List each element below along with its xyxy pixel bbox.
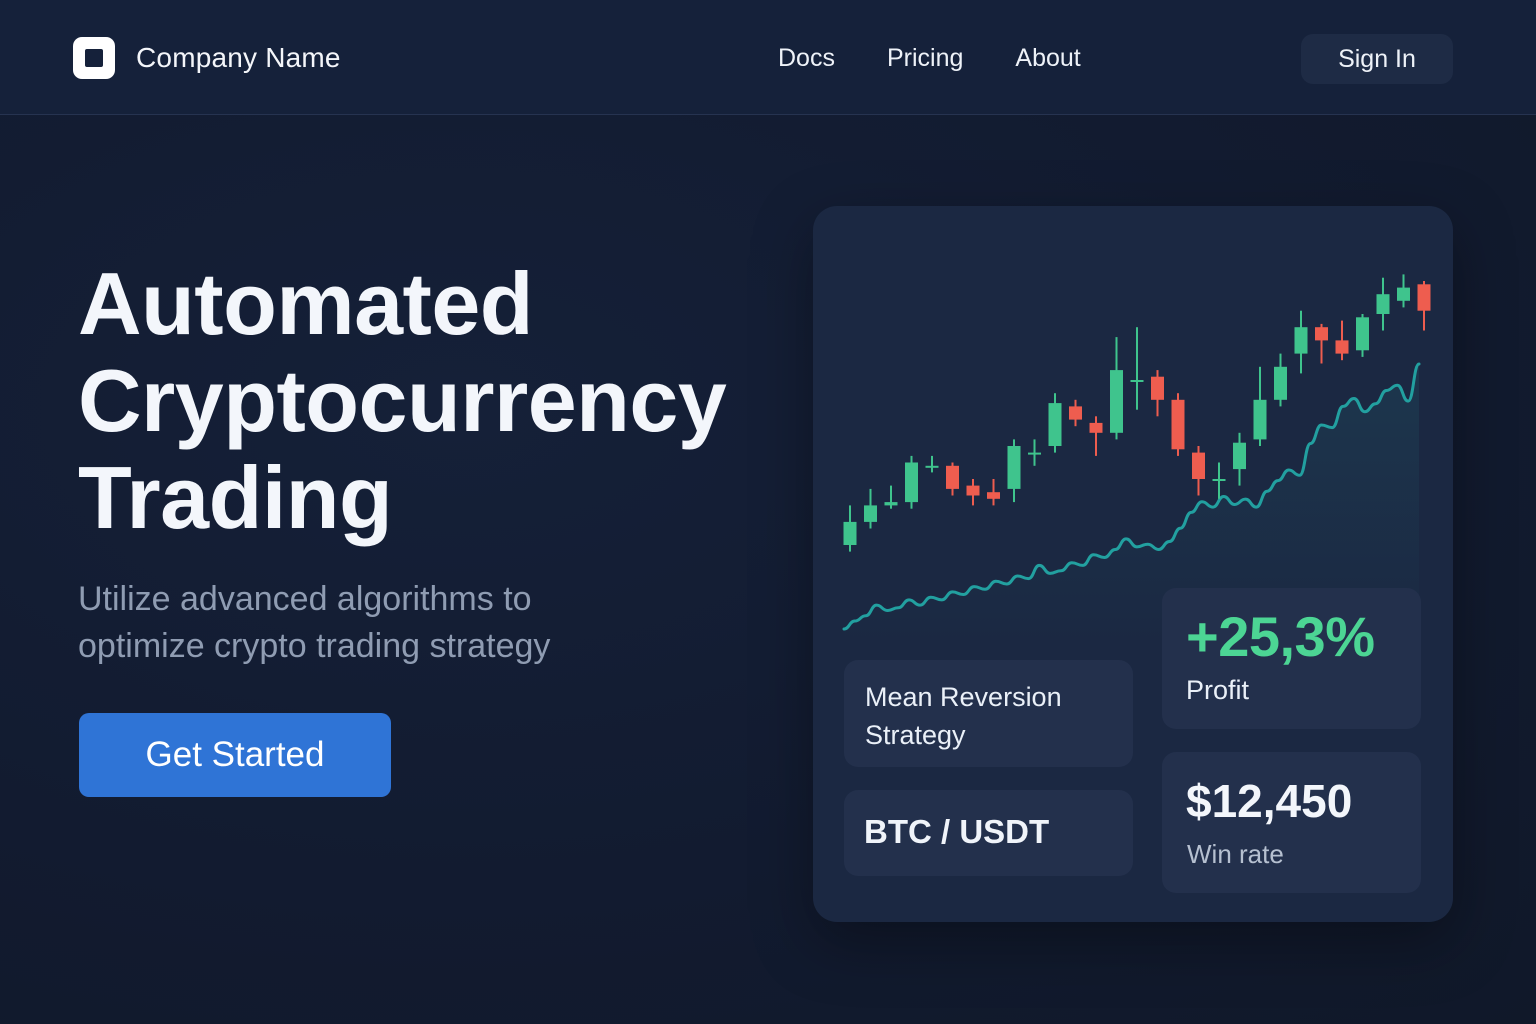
- candle-body-up: [864, 505, 877, 522]
- profit-label: Profit: [1186, 675, 1250, 705]
- candlestick: [966, 479, 980, 506]
- candlestick: [1376, 277, 1390, 331]
- candlestick: [864, 488, 877, 529]
- strategy-tile[interactable]: Mean Reversion Strategy: [844, 660, 1133, 767]
- hero-title: Automated Cryptocurrency Trading: [78, 255, 758, 546]
- nav-link-docs[interactable]: Docs: [778, 43, 835, 73]
- candle-body-up: [1397, 287, 1410, 301]
- candlestick: [1069, 399, 1082, 427]
- hero-subtitle-line: optimize crypto trading strategy: [78, 627, 551, 665]
- candle-body-down: [1089, 422, 1103, 433]
- candlestick: [1253, 366, 1267, 446]
- candle-body-down: [1417, 284, 1431, 311]
- top-navbar: Company Name Docs Pricing About Sign In: [0, 0, 1536, 115]
- candlestick: [1294, 310, 1308, 374]
- candlestick: [843, 505, 857, 552]
- candle-body-down: [1315, 327, 1328, 341]
- profit-value: +25,3%: [1186, 605, 1375, 668]
- candlestick: [987, 479, 1000, 506]
- candle-body-down: [987, 492, 1000, 499]
- brand-name: Company Name: [136, 42, 341, 73]
- candle-body-up: [1212, 479, 1226, 481]
- candle-body-down: [1171, 399, 1185, 450]
- candle-body-down: [946, 465, 959, 489]
- sign-in-button[interactable]: Sign In: [1301, 34, 1453, 84]
- nav-link-about[interactable]: About: [1015, 43, 1080, 73]
- trading-pair-tile[interactable]: BTC / USDT: [844, 790, 1133, 876]
- profit-tile: +25,3% Profit: [1162, 588, 1421, 729]
- candle-body-up: [1294, 327, 1308, 354]
- candle-body-up: [1274, 366, 1287, 400]
- candlestick: [1151, 370, 1164, 417]
- win-rate-value: $12,450: [1186, 775, 1353, 827]
- candle-body-down: [966, 485, 980, 496]
- candle-body-up: [1028, 452, 1041, 455]
- hero-subtitle-line: Utilize advanced algorithms to: [78, 580, 532, 618]
- candle-body-up: [1007, 446, 1021, 489]
- trading-preview-card: +25,3% Profit Mean Reversion Strategy $1…: [813, 206, 1453, 922]
- hero-subtitle: Utilize advanced algorithms to optimize …: [78, 576, 638, 670]
- candlestick: [1130, 327, 1144, 410]
- candlestick: [1007, 439, 1021, 503]
- candle-body-down: [1069, 406, 1082, 420]
- candlestick: [946, 462, 959, 496]
- candlestick: [1028, 439, 1041, 466]
- candle-body-up: [1110, 370, 1123, 433]
- candlestick: [1233, 432, 1246, 486]
- candlestick: [884, 485, 898, 509]
- candlestick: [1192, 446, 1205, 496]
- square-logo-icon: [73, 37, 115, 79]
- nav-link-pricing[interactable]: Pricing: [887, 43, 963, 73]
- candlestick: [1315, 323, 1328, 364]
- hero-title-line: Trading: [78, 448, 393, 547]
- candlestick: [905, 455, 918, 509]
- candlestick: [1356, 314, 1369, 357]
- candle-body-up: [1253, 399, 1267, 440]
- trading-pair: BTC / USDT: [864, 813, 1050, 850]
- candle-body-up: [1130, 380, 1144, 382]
- candlestick: [1397, 274, 1410, 308]
- candle-body-down: [1151, 376, 1164, 400]
- candlestick: [925, 455, 939, 473]
- candle-body-up: [843, 521, 857, 545]
- candle-body-up: [1233, 442, 1246, 470]
- win-rate-tile: $12,450 Win rate: [1162, 752, 1421, 893]
- candle-body-down: [1335, 340, 1349, 354]
- get-started-button[interactable]: Get Started: [79, 713, 391, 797]
- candlestick: [1171, 393, 1185, 456]
- candle-body-up: [1048, 403, 1062, 446]
- candlestick: [1110, 337, 1123, 440]
- candlestick: [1274, 353, 1287, 407]
- candlestick: [1089, 416, 1103, 456]
- candle-body-up: [1356, 317, 1369, 351]
- win-rate-label: Win rate: [1187, 839, 1284, 869]
- price-chart: [842, 274, 1431, 646]
- candle-body-down: [1192, 452, 1205, 479]
- candle-body-up: [884, 502, 898, 506]
- hero-title-line: Cryptocurrency: [78, 351, 727, 450]
- candlestick: [1048, 393, 1062, 453]
- landing-page: Company Name Docs Pricing About Sign In …: [0, 0, 1536, 1024]
- candle-body-up: [905, 462, 918, 503]
- candle-body-up: [1376, 294, 1390, 314]
- brand[interactable]: Company Name: [73, 37, 341, 79]
- strategy-name: Mean Reversion Strategy: [865, 682, 1062, 750]
- candlestick: [1335, 320, 1349, 361]
- hero-title-line: Automated: [78, 254, 534, 353]
- candlestick: [1417, 281, 1431, 331]
- nav-links: Docs Pricing About: [778, 43, 1133, 73]
- candle-body-up: [925, 465, 939, 468]
- candlestick: [1212, 462, 1226, 499]
